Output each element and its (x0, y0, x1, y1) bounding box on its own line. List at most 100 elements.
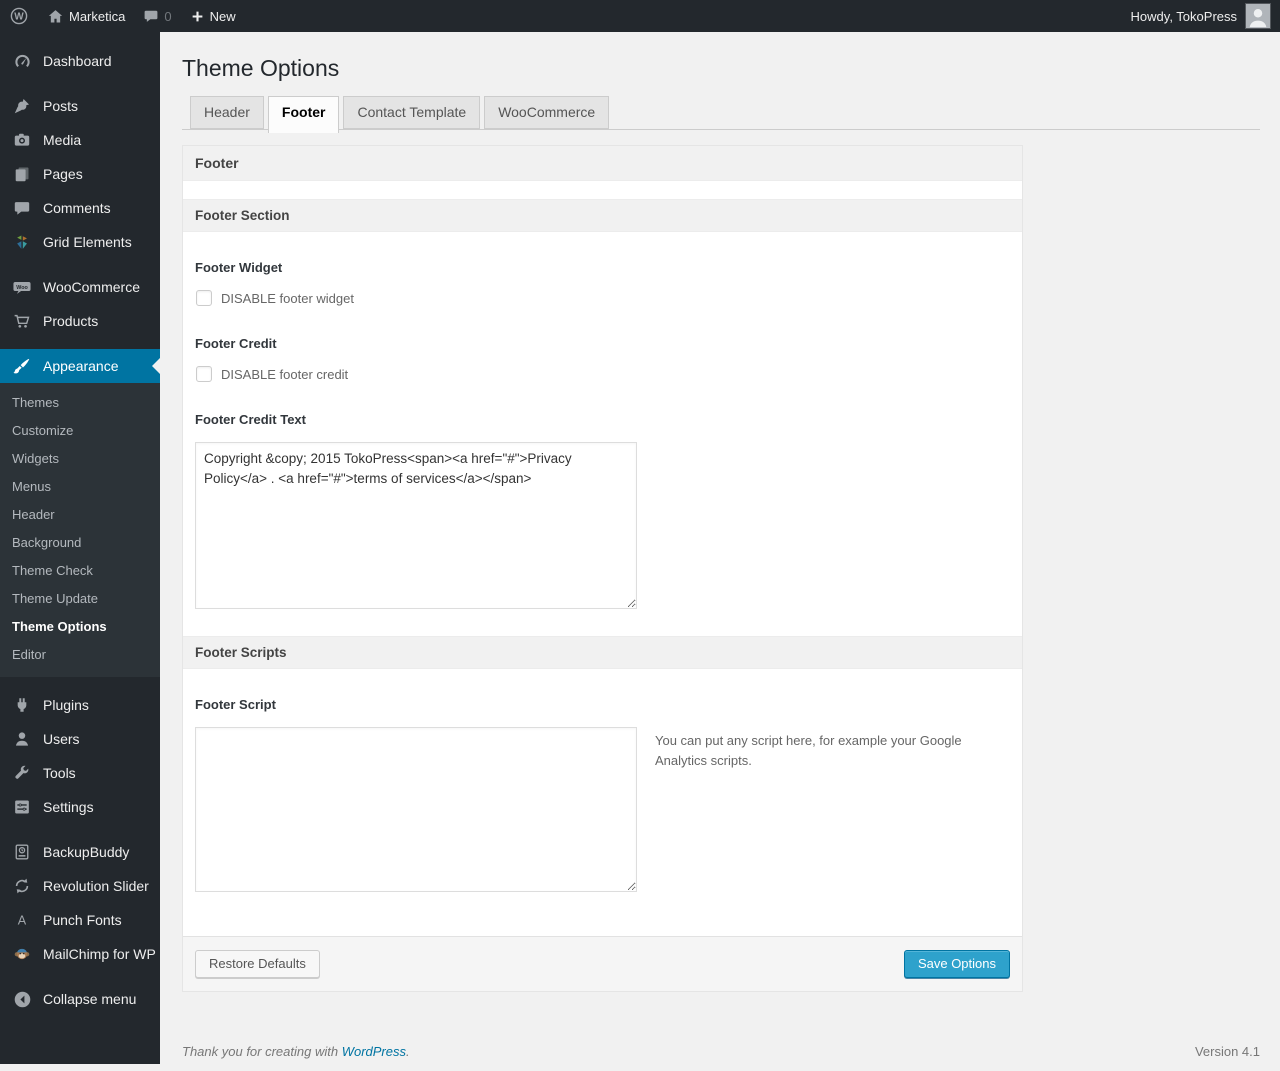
admin-sidebar: Dashboard Posts Media Pages Comments Grid Ele… (0, 32, 160, 1064)
sidebar-item-grid-elements[interactable]: Grid Elements (0, 225, 160, 259)
sidebar-item-label: Punch Fonts (43, 912, 122, 928)
disable-footer-widget-checkbox[interactable] (196, 290, 212, 306)
pushpin-icon (8, 97, 36, 115)
sidebar-item-label: Settings (43, 799, 94, 815)
paintbrush-icon (8, 357, 36, 375)
sidebar-item-plugins[interactable]: Plugins (0, 688, 160, 722)
submenu-item-theme-update[interactable]: Theme Update (0, 585, 160, 613)
sliders-icon (8, 798, 36, 816)
submenu-appearance: ThemesCustomizeWidgetsMenusHeaderBackgro… (0, 383, 160, 677)
sidebar-item-backupbuddy[interactable]: BackupBuddy (0, 835, 160, 869)
submenu-item-theme-options[interactable]: Theme Options (0, 613, 160, 641)
sidebar-item-tools[interactable]: Tools (0, 756, 160, 790)
comment-bubble-icon (8, 199, 36, 217)
camera-icon (8, 131, 36, 149)
main-content: Theme Options HeaderFooterContact Templa… (160, 32, 1280, 1071)
menu-separator (0, 259, 160, 270)
submenu-item-menus[interactable]: Menus (0, 473, 160, 501)
sidebar-item-label: BackupBuddy (43, 844, 129, 860)
submenu-item-theme-check[interactable]: Theme Check (0, 557, 160, 585)
save-options-button[interactable]: Save Options (904, 950, 1010, 978)
sidebar-item-mailchimp-for-wp[interactable]: MailChimp for WP (0, 937, 160, 971)
plus-icon (190, 9, 205, 24)
howdy-account-menu[interactable]: Howdy, TokoPress (1122, 0, 1280, 32)
footer-section-body: Footer Widget DISABLE footer widget Foot… (183, 232, 1022, 636)
panel-action-bar: Restore Defaults Save Options (183, 936, 1022, 991)
monkey-icon (8, 945, 36, 963)
sidebar-item-label: Revolution Slider (43, 878, 149, 894)
sidebar-item-collapse-menu[interactable]: Collapse menu (0, 982, 160, 1016)
submenu-item-customize[interactable]: Customize (0, 417, 160, 445)
comments-count: 0 (164, 9, 171, 24)
sidebar-item-label: Users (43, 731, 80, 747)
home-icon (47, 8, 64, 25)
disable-footer-credit-checkbox[interactable] (196, 366, 212, 382)
grid-elements-icon (8, 233, 36, 251)
collapse-arrow-icon (8, 990, 36, 1009)
backup-drive-icon (8, 843, 36, 861)
wordpress-logo-menu[interactable]: W (0, 0, 38, 32)
plug-icon (8, 696, 36, 714)
panel-title: Footer (183, 146, 1022, 181)
sidebar-item-punch-fonts[interactable]: A Punch Fonts (0, 903, 160, 937)
sidebar-item-label: Posts (43, 98, 78, 114)
tab-woocommerce[interactable]: WooCommerce (484, 96, 609, 129)
footer-credit-label: Footer Credit (195, 336, 1010, 351)
sidebar-item-label: Grid Elements (43, 234, 132, 250)
sidebar-item-users[interactable]: Users (0, 722, 160, 756)
sidebar-item-posts[interactable]: Posts (0, 89, 160, 123)
sidebar-item-dashboard[interactable]: Dashboard (0, 44, 160, 78)
sidebar-item-pages[interactable]: Pages (0, 157, 160, 191)
sidebar-item-label: Comments (43, 200, 111, 216)
menu-separator (0, 824, 160, 835)
avatar (1245, 3, 1271, 29)
theme-options-panel: Footer Footer Section Footer Widget DISA… (182, 145, 1023, 992)
submenu-item-background[interactable]: Background (0, 529, 160, 557)
tab-contact-template[interactable]: Contact Template (343, 96, 480, 129)
footer-thanks: Thank you for creating with WordPress. (182, 1044, 410, 1059)
sidebar-item-label: Media (43, 132, 81, 148)
wordpress-link[interactable]: WordPress (342, 1044, 406, 1059)
new-content-menu[interactable]: New (181, 0, 245, 32)
footer-scripts-body: Footer Script You can put any script her… (183, 669, 1022, 936)
sidebar-item-label: Dashboard (43, 53, 112, 69)
dashboard-icon (8, 52, 36, 71)
submenu-item-header[interactable]: Header (0, 501, 160, 529)
menu-separator (0, 677, 160, 688)
pages-icon (8, 165, 36, 183)
sidebar-item-appearance[interactable]: Appearance (0, 349, 160, 383)
sidebar-item-label: MailChimp for WP (43, 946, 156, 962)
menu-separator (0, 971, 160, 982)
panel-spacer (183, 181, 1022, 199)
restore-defaults-button[interactable]: Restore Defaults (195, 950, 320, 978)
sidebar-item-media[interactable]: Media (0, 123, 160, 157)
footer-thanks-period: . (406, 1044, 410, 1059)
footer-script-textarea[interactable] (195, 727, 637, 892)
refresh-arrows-icon (8, 877, 36, 895)
site-menu[interactable]: Marketica (38, 0, 134, 32)
comments-menu[interactable]: 0 (134, 0, 180, 32)
footer-widget-label: Footer Widget (195, 260, 1010, 275)
footer-credit-text-textarea[interactable]: Copyright &copy; 2015 TokoPress<span><a … (195, 442, 637, 609)
sidebar-item-label: Products (43, 313, 98, 329)
sidebar-item-label: Pages (43, 166, 83, 182)
section-head-footer-scripts: Footer Scripts (183, 636, 1022, 669)
sidebar-item-woocommerce[interactable]: WooWooCommerce (0, 270, 160, 304)
footer-script-help: You can put any script here, for example… (655, 727, 965, 771)
disable-footer-widget-text[interactable]: DISABLE footer widget (221, 291, 354, 306)
sidebar-item-settings[interactable]: Settings (0, 790, 160, 824)
svg-text:W: W (14, 12, 24, 23)
disable-footer-credit-text[interactable]: DISABLE footer credit (221, 367, 348, 382)
submenu-item-themes[interactable]: Themes (0, 389, 160, 417)
sidebar-item-revolution-slider[interactable]: Revolution Slider (0, 869, 160, 903)
tab-header[interactable]: Header (190, 96, 264, 129)
howdy-text: Howdy, TokoPress (1131, 9, 1237, 24)
sidebar-item-comments[interactable]: Comments (0, 191, 160, 225)
submenu-item-editor[interactable]: Editor (0, 641, 160, 669)
submenu-item-widgets[interactable]: Widgets (0, 445, 160, 473)
tab-bar: HeaderFooterContact TemplateWooCommerce (182, 96, 1260, 133)
menu-separator (0, 338, 160, 349)
sidebar-item-products[interactable]: Products (0, 304, 160, 338)
letter-a-icon: A (8, 911, 36, 929)
tab-footer[interactable]: Footer (268, 96, 340, 133)
